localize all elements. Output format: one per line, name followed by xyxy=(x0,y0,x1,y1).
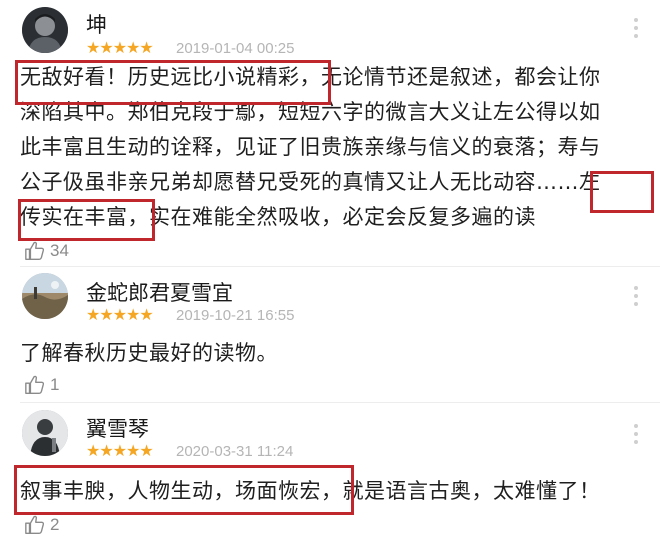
more-icon[interactable] xyxy=(632,18,640,38)
thumb-up-icon xyxy=(25,515,45,534)
review-card: 坤 ★★★★★ 2019-01-04 00:25 无敌好看！历史远比小说精彩，无… xyxy=(0,0,660,265)
highlight-box xyxy=(15,60,331,105)
like-count: 2 xyxy=(50,515,60,534)
thumb-up-icon xyxy=(25,241,45,260)
review-card: 翼雪琴 ★★★★★ 2020-03-31 11:24 叙事丰腴，人物生动，场面恢… xyxy=(0,402,660,540)
review-date: 2019-01-04 00:25 xyxy=(176,40,295,57)
username[interactable]: 坤 xyxy=(86,9,107,39)
avatar[interactable] xyxy=(22,7,68,53)
star-icon: ★★★★★ xyxy=(86,38,154,57)
thumb-up-icon xyxy=(25,375,45,394)
star-icon: ★★★★★ xyxy=(86,305,154,324)
rating-stars: ★★★★★ xyxy=(86,305,154,324)
review-line: 公子伋虽非亲兄弟却愿替兄受死的真情又让人无比动容……左 xyxy=(20,170,601,194)
rating-stars: ★★★★★ xyxy=(86,38,154,57)
like-button[interactable]: 1 xyxy=(24,374,59,396)
highlight-box xyxy=(14,465,354,515)
highlight-box xyxy=(590,171,654,213)
review-line: 了解春秋历史最好的读物。 xyxy=(20,341,278,365)
like-count: 1 xyxy=(50,375,60,394)
like-button[interactable]: 2 xyxy=(24,514,59,536)
like-count: 34 xyxy=(50,241,69,260)
like-button[interactable]: 34 xyxy=(24,240,69,262)
highlight-box xyxy=(18,199,155,241)
review-card: 金蛇郎君夏雪宜 ★★★★★ 2019-10-21 16:55 了解春秋历史最好的… xyxy=(0,266,660,402)
username[interactable]: 翼雪琴 xyxy=(86,413,149,443)
rating-stars: ★★★★★ xyxy=(86,441,154,460)
review-date: 2020-03-31 11:24 xyxy=(176,443,294,460)
more-icon[interactable] xyxy=(632,424,640,444)
review-line: 此丰富且生动的诠释，见证了旧贵族亲缘与信义的衰落；寿与 xyxy=(20,135,601,159)
avatar[interactable] xyxy=(22,273,68,319)
review-text: 了解春秋历史最好的读物。 xyxy=(20,336,645,371)
avatar[interactable] xyxy=(22,410,68,456)
more-icon[interactable] xyxy=(632,286,640,306)
username[interactable]: 金蛇郎君夏雪宜 xyxy=(86,277,233,307)
star-icon: ★★★★★ xyxy=(86,441,154,460)
review-date: 2019-10-21 16:55 xyxy=(176,307,295,324)
